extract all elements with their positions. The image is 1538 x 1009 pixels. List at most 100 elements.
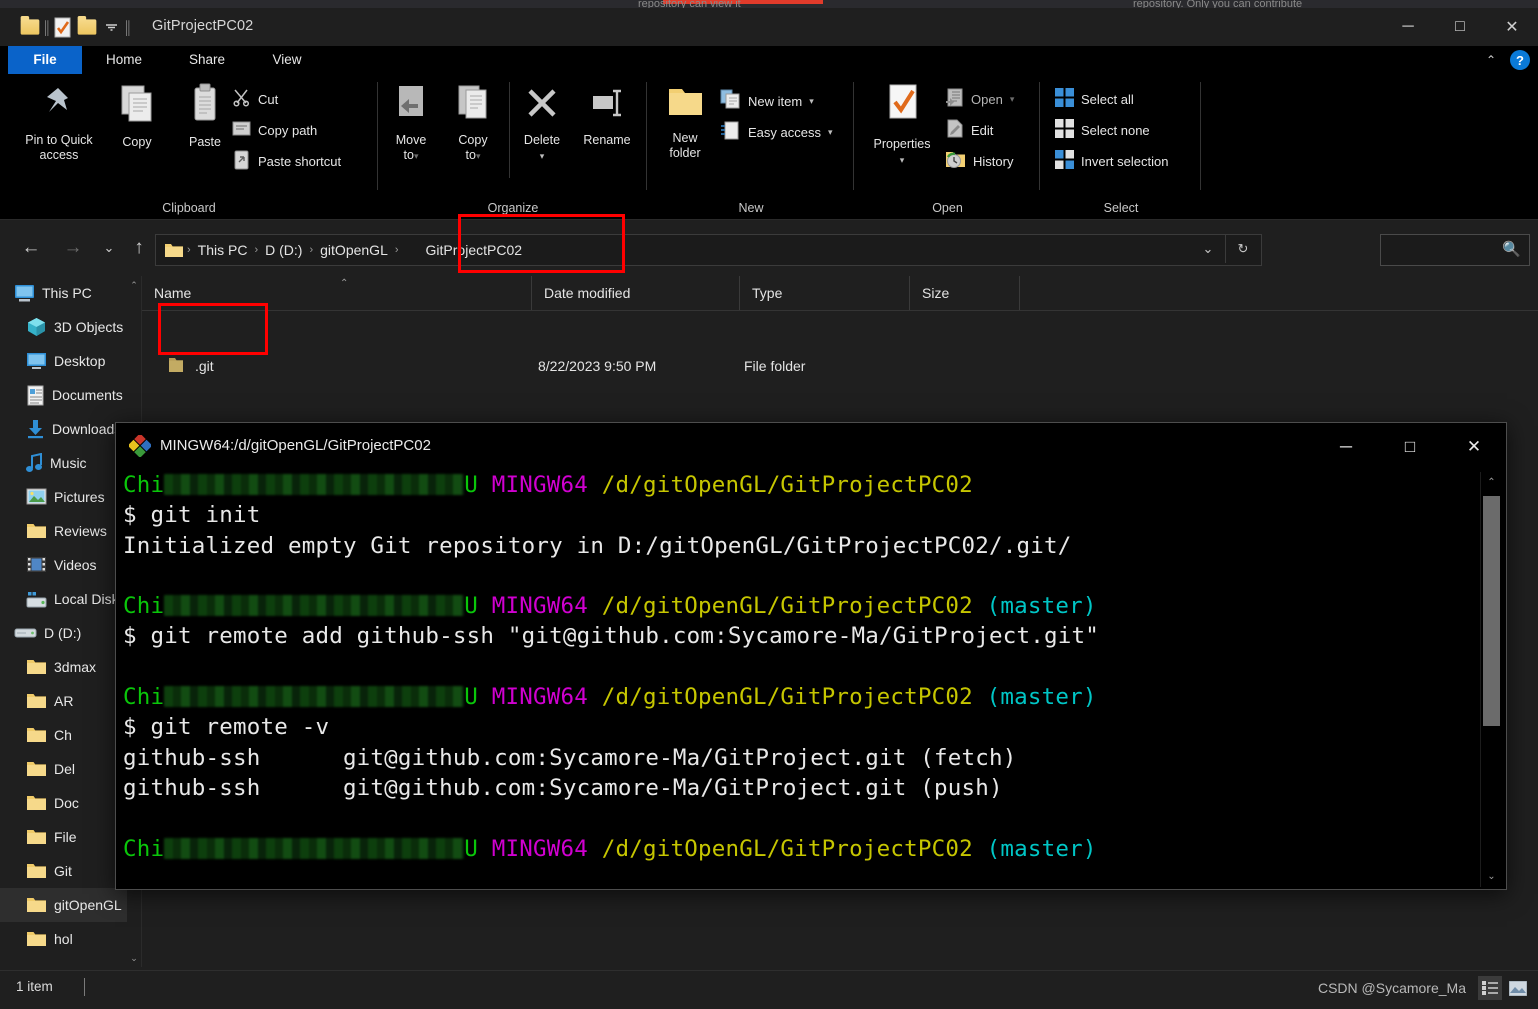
sidebar-item-ch[interactable]: Ch [0, 718, 127, 752]
properties-button[interactable]: Properties ▾ [860, 82, 944, 168]
column-header-date-modified[interactable]: Date modified [532, 276, 740, 310]
back-button[interactable]: ← [16, 234, 46, 262]
breadcrumb-dropdown-icon[interactable]: ⌄ [1191, 235, 1225, 263]
select-all-button[interactable]: Select all [1055, 86, 1134, 113]
rename-button[interactable]: Rename [571, 82, 643, 148]
delete-button[interactable]: Delete ▾ [511, 82, 573, 164]
new-folder-button[interactable]: New folder [652, 82, 718, 161]
breadcrumb-item-d-drive[interactable]: D (D:) [261, 242, 306, 258]
easy-access-button[interactable]: Easy access ▾ [720, 119, 833, 146]
view-mode-buttons[interactable] [1478, 976, 1530, 1000]
sidebar-item-desktop[interactable]: Desktop [0, 344, 127, 378]
breadcrumb[interactable]: › This PC › D (D:) › gitOpenGL › GitProj… [155, 234, 1262, 266]
terminal-close-button[interactable]: ✕ [1442, 423, 1506, 470]
sidebar-item-hol[interactable]: hol [0, 922, 127, 956]
column-header-name-label: Name [154, 285, 192, 301]
refresh-icon[interactable]: ↻ [1225, 235, 1260, 263]
easy-access-caret-icon[interactable]: ▾ [828, 127, 833, 138]
select-none-button[interactable]: Select none [1055, 117, 1150, 144]
move-to-button[interactable]: Move to▾ [379, 82, 443, 164]
pin-to-quick-access-button[interactable]: Pin to Quick access [20, 82, 98, 163]
ribbon-group-new: New folder New item ▾ Easy access ▾ New [648, 74, 854, 219]
sidebar-item-git[interactable]: Git [0, 854, 127, 888]
folder-icon [26, 794, 47, 812]
sidebar-item-reviews[interactable]: Reviews [0, 514, 127, 548]
paste-shortcut-button[interactable]: Paste shortcut [232, 148, 341, 175]
recent-locations-button[interactable]: ⌄ [94, 234, 124, 262]
sidebar-item-gitopengl[interactable]: gitOpenGL [0, 888, 127, 922]
breadcrumb-sep-2: › [309, 244, 314, 256]
terminal-maximize-button[interactable]: □ [1378, 423, 1442, 470]
open-caret-icon[interactable]: ▾ [1010, 94, 1015, 105]
up-button[interactable]: ↑ [124, 234, 154, 262]
sidebar-item-ar[interactable]: AR [0, 684, 127, 718]
breadcrumb-item-gitprojectpc02[interactable]: GitProjectPC02 [422, 242, 526, 258]
sidebar-item-3dmax[interactable]: 3dmax [0, 650, 127, 684]
search-input[interactable]: 🔍 [1380, 234, 1530, 266]
maximize-button[interactable]: □ [1434, 8, 1486, 46]
nav-scroll-down-icon[interactable]: ⌄ [127, 949, 141, 967]
tab-view[interactable]: View [250, 46, 324, 74]
tab-home[interactable]: Home [85, 46, 163, 74]
folder-icon[interactable] [18, 15, 42, 39]
terminal-scroll-down-icon[interactable]: ⌄ [1481, 866, 1502, 887]
invert-selection-button[interactable]: Invert selection [1055, 148, 1168, 175]
breadcrumb-item-this-pc[interactable]: This PC [194, 242, 252, 258]
qat-divider-2: ║ [123, 19, 133, 35]
collapse-ribbon-icon[interactable]: ⌃ [1486, 53, 1496, 67]
new-item-button[interactable]: New item ▾ [720, 88, 814, 115]
column-header-name[interactable]: Name ⌃ [142, 276, 532, 310]
sidebar-item-downloads[interactable]: Downloads [0, 412, 127, 446]
properties-icon[interactable] [51, 15, 75, 39]
new-item-icon [720, 89, 741, 114]
minimize-button[interactable]: ─ [1382, 8, 1434, 46]
terminal-scrollbar[interactable]: ⌃ ⌄ [1480, 472, 1502, 887]
breadcrumb-item-gitopengl[interactable]: gitOpenGL [316, 242, 392, 258]
copy-button[interactable]: Copy [98, 82, 176, 150]
file-date-cell: 8/22/2023 9:50 PM [538, 358, 657, 374]
copy-to-button[interactable]: Copy to▾ [441, 82, 505, 164]
terminal-window-controls[interactable]: ─ □ ✕ [1314, 423, 1506, 470]
new-folder-icon[interactable] [75, 15, 99, 39]
column-header-type[interactable]: Type [740, 276, 910, 310]
cut-button[interactable]: Cut [232, 86, 278, 113]
sidebar-item-3d-objects[interactable]: 3D Objects [0, 310, 127, 344]
sidebar-item-documents[interactable]: Documents [0, 378, 127, 412]
history-button[interactable]: History [945, 148, 1013, 175]
details-view-icon[interactable] [1478, 976, 1502, 1000]
sidebar-item-del[interactable]: Del [0, 752, 127, 786]
sidebar-item-d-d[interactable]: D (D:) [0, 616, 127, 650]
sidebar-item-doc[interactable]: Doc [0, 786, 127, 820]
sidebar-item-videos[interactable]: Videos [0, 548, 127, 582]
new-item-caret-icon[interactable]: ▾ [809, 96, 814, 107]
terminal-scroll-up-icon[interactable]: ⌃ [1481, 472, 1502, 493]
table-row[interactable]: .git 8/22/2023 9:50 PM File folder [142, 345, 1538, 387]
edit-button[interactable]: Edit [945, 117, 993, 144]
tab-file[interactable]: File [8, 46, 82, 74]
help-icon[interactable]: ? [1510, 50, 1530, 70]
select-none-icon [1055, 118, 1074, 143]
copy-path-button[interactable]: Copy path [232, 117, 317, 144]
sidebar-item-file[interactable]: File [0, 820, 127, 854]
quick-access-toolbar[interactable]: ║ ║ [18, 14, 132, 40]
new-item-label: New item [748, 94, 803, 109]
nav-scroll-up-icon[interactable]: ⌃ [127, 276, 141, 294]
close-button[interactable]: ✕ [1486, 8, 1538, 46]
terminal-scrollbar-thumb[interactable] [1483, 496, 1500, 726]
sidebar-item-music[interactable]: Music [0, 446, 127, 480]
chevron-down-icon[interactable] [99, 15, 123, 39]
sidebar-item-local-disk[interactable]: Local Disk [0, 582, 127, 616]
sidebar-item-pictures[interactable]: Pictures [0, 480, 127, 514]
explorer-window-controls[interactable]: ─ □ ✕ [1382, 8, 1538, 46]
forward-button[interactable]: → [58, 234, 88, 262]
breadcrumb-tools[interactable]: ⌄ ↻ [1191, 235, 1260, 263]
address-bar-row: ← → ⌄ ↑ › This PC › D (D:) › gitOpenGL ›… [0, 220, 1538, 276]
sidebar-item-this-pc[interactable]: This PC [0, 276, 127, 310]
file-name-cell[interactable]: .git [166, 345, 526, 387]
terminal-body[interactable]: Chi U MINGW64 /d/gitOpenGL/GitProjectPC02… [116, 470, 1506, 889]
terminal-minimize-button[interactable]: ─ [1314, 423, 1378, 470]
open-button[interactable]: Open ▾ [945, 86, 1014, 113]
large-icons-view-icon[interactable] [1506, 976, 1530, 1000]
tab-share[interactable]: Share [167, 46, 247, 74]
column-header-size[interactable]: Size [910, 276, 1020, 310]
